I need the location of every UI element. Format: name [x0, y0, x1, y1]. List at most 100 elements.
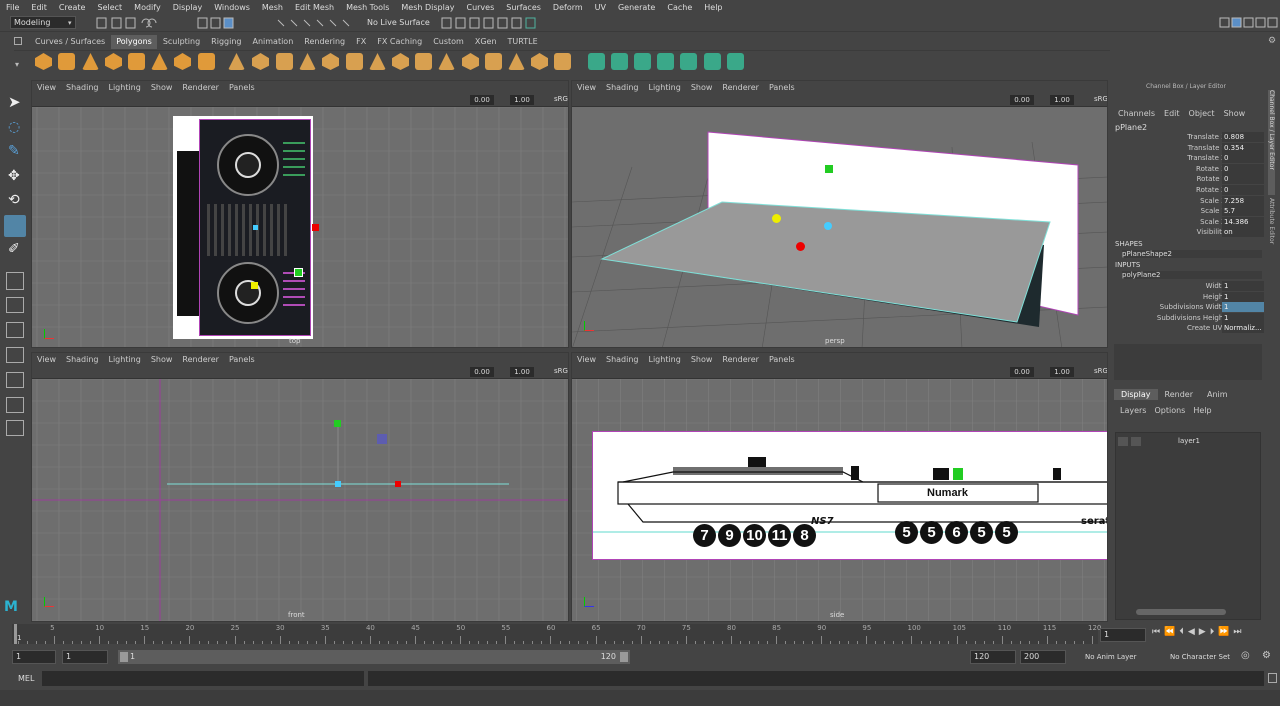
vp-menu-shading[interactable]: Shading	[601, 83, 644, 92]
vp-menu-lighting[interactable]: Lighting	[643, 355, 685, 364]
vp-menu-shading[interactable]: Shading	[61, 355, 104, 364]
play-forward-icon[interactable]: ▶	[1199, 627, 1206, 641]
step-forward-icon[interactable]: ⏵	[1210, 627, 1215, 641]
color-space[interactable]: sRG	[1094, 367, 1107, 375]
timeline[interactable]: 5 10 15 20 25 30 35 40 45 50 55 60 65 70 75 80 85 90 95 100…	[12, 624, 1101, 644]
persp-manip-center[interactable]	[824, 222, 832, 230]
menu-select[interactable]: Select	[91, 3, 128, 12]
anim-layer-selector[interactable]: No Anim Layer	[1085, 653, 1136, 661]
range-handle-left[interactable]	[120, 652, 128, 662]
side-tab-channel-box[interactable]: Channel Box / Layer Editor	[1268, 90, 1275, 195]
viewport-front[interactable]: View Shading Lighting Show Renderer Pane…	[31, 352, 569, 622]
cb-menu-show[interactable]: Show	[1224, 109, 1246, 118]
vp-menu-renderer[interactable]: Renderer	[717, 355, 764, 364]
anim-end-field[interactable]: 200	[1020, 650, 1066, 664]
current-frame-marker[interactable]	[14, 624, 17, 644]
channel-row[interactable]: Scale Z 14.386	[1112, 216, 1264, 227]
select-tool-icon[interactable]: ➤	[8, 93, 21, 111]
channel-value[interactable]: 7.258	[1222, 195, 1264, 206]
far-clip[interactable]: 1.00	[1050, 95, 1074, 105]
side-tab-attribute-editor[interactable]: Attribute Editor	[1268, 198, 1275, 268]
layer-row[interactable]: layer1	[1118, 437, 1258, 447]
viewport-side[interactable]: View Shading Lighting Show Renderer Pane…	[571, 352, 1108, 622]
step-back-key-icon[interactable]: ⏪	[1164, 627, 1175, 641]
vp-menu-view[interactable]: View	[572, 355, 601, 364]
range-handle-right[interactable]	[620, 652, 628, 662]
paint-select-icon[interactable]: ✎	[8, 143, 20, 159]
layout-four-icon[interactable]	[6, 322, 24, 338]
menu-edit-mesh[interactable]: Edit Mesh	[289, 3, 340, 12]
menu-uv[interactable]: UV	[589, 3, 612, 12]
shelf-uv-tool-icon[interactable]	[611, 53, 628, 70]
playback-end-field[interactable]: 120	[970, 650, 1016, 664]
rotate-tool-icon[interactable]: ⟲	[8, 192, 20, 208]
cb-menu-object[interactable]: Object	[1189, 109, 1215, 118]
input-row[interactable]: Subdivisions Width 1	[1112, 302, 1264, 313]
vp-menu-shading[interactable]: Shading	[61, 83, 104, 92]
near-clip[interactable]: 0.00	[1010, 95, 1034, 105]
shelf-tab-fx-caching[interactable]: FX Caching	[372, 35, 427, 49]
front-manip-center[interactable]	[335, 481, 341, 487]
input-value[interactable]: 1	[1222, 312, 1264, 323]
far-clip[interactable]: 1.00	[510, 367, 534, 377]
near-clip[interactable]: 0.00	[470, 95, 494, 105]
shelf-gear-icon[interactable]: ⚙	[1268, 36, 1276, 46]
shelf-uv-tool-icon[interactable]	[634, 53, 651, 70]
range-slider[interactable]: 1 120	[118, 650, 630, 664]
shelf-tab-turtle[interactable]: TURTLE	[503, 35, 543, 49]
vp-menu-renderer[interactable]: Renderer	[177, 355, 224, 364]
layer-name[interactable]: layer1	[1178, 437, 1200, 445]
vp-menu-show[interactable]: Show	[686, 83, 718, 92]
input-value[interactable]: 1	[1222, 291, 1264, 302]
channel-value[interactable]: 0	[1222, 163, 1264, 174]
persp-manip-z[interactable]	[772, 214, 781, 223]
channel-row[interactable]: Translate Z0	[1112, 153, 1264, 164]
menu-mesh-tools[interactable]: Mesh Tools	[340, 3, 395, 12]
menu-curves[interactable]: Curves	[460, 3, 500, 12]
go-to-end-icon[interactable]: ⏭	[1233, 627, 1241, 641]
channel-row[interactable]: Visibility on	[1112, 227, 1264, 238]
mode-dropdown-icon[interactable]: ▾	[68, 19, 72, 27]
near-clip[interactable]: 0.00	[470, 367, 494, 377]
vp-menu-show[interactable]: Show	[146, 355, 178, 364]
shelf-poly-tool-icon[interactable]	[415, 53, 432, 70]
vp-menu-panels[interactable]: Panels	[764, 355, 800, 364]
menu-cache[interactable]: Cache	[661, 3, 698, 12]
channel-value[interactable]: 0.808	[1222, 132, 1264, 142]
preferences-icon[interactable]: ⚙	[1262, 650, 1271, 661]
vp-menu-renderer[interactable]: Renderer	[717, 83, 764, 92]
layout-tabs-icon[interactable]	[6, 397, 24, 413]
vp-menu-show[interactable]: Show	[146, 83, 178, 92]
menu-generate[interactable]: Generate	[612, 3, 661, 12]
channel-value[interactable]: 14.386	[1222, 216, 1264, 227]
channel-row[interactable]: Rotate X0	[1112, 163, 1264, 174]
layout-single-icon[interactable]	[6, 297, 24, 313]
shelf-tab-fx[interactable]: FX	[351, 35, 371, 49]
input-row[interactable]: Create UVs Normaliz...	[1112, 323, 1264, 334]
vp-menu-panels[interactable]: Panels	[224, 355, 260, 364]
menu-deform[interactable]: Deform	[547, 3, 589, 12]
scale-tool-icon[interactable]	[4, 215, 26, 237]
menu-create[interactable]: Create	[53, 3, 92, 12]
snap-icon[interactable]	[6, 272, 24, 290]
object-name[interactable]: pPlane2	[1115, 123, 1147, 132]
input-value[interactable]: Normaliz...	[1222, 323, 1264, 334]
anim-start-field[interactable]: 1	[12, 650, 56, 664]
input-row[interactable]: Subdivisions Height 1	[1112, 312, 1264, 323]
move-tool-icon[interactable]: ✥	[8, 168, 20, 184]
channel-row[interactable]: Rotate Z0	[1112, 185, 1264, 195]
manip-center[interactable]	[253, 225, 258, 230]
last-tool-icon[interactable]: ✐	[8, 241, 20, 257]
menu-file[interactable]: File	[0, 3, 25, 12]
tab-render[interactable]: Render	[1158, 389, 1200, 400]
command-input[interactable]	[42, 671, 364, 686]
shelf-arrow-icon[interactable]: ▾	[15, 60, 19, 69]
step-forward-key-icon[interactable]: ⏩	[1218, 627, 1229, 641]
auto-key-icon[interactable]: ◎	[1241, 650, 1250, 661]
channel-row[interactable]: Translate Y 0.354	[1112, 142, 1264, 153]
input-row[interactable]: Width 1	[1112, 281, 1264, 291]
vp-menu-panels[interactable]: Panels	[764, 83, 800, 92]
front-manip-y[interactable]	[334, 420, 341, 427]
shelf-uv-tool-icon[interactable]	[704, 53, 721, 70]
vp-menu-lighting[interactable]: Lighting	[103, 355, 145, 364]
